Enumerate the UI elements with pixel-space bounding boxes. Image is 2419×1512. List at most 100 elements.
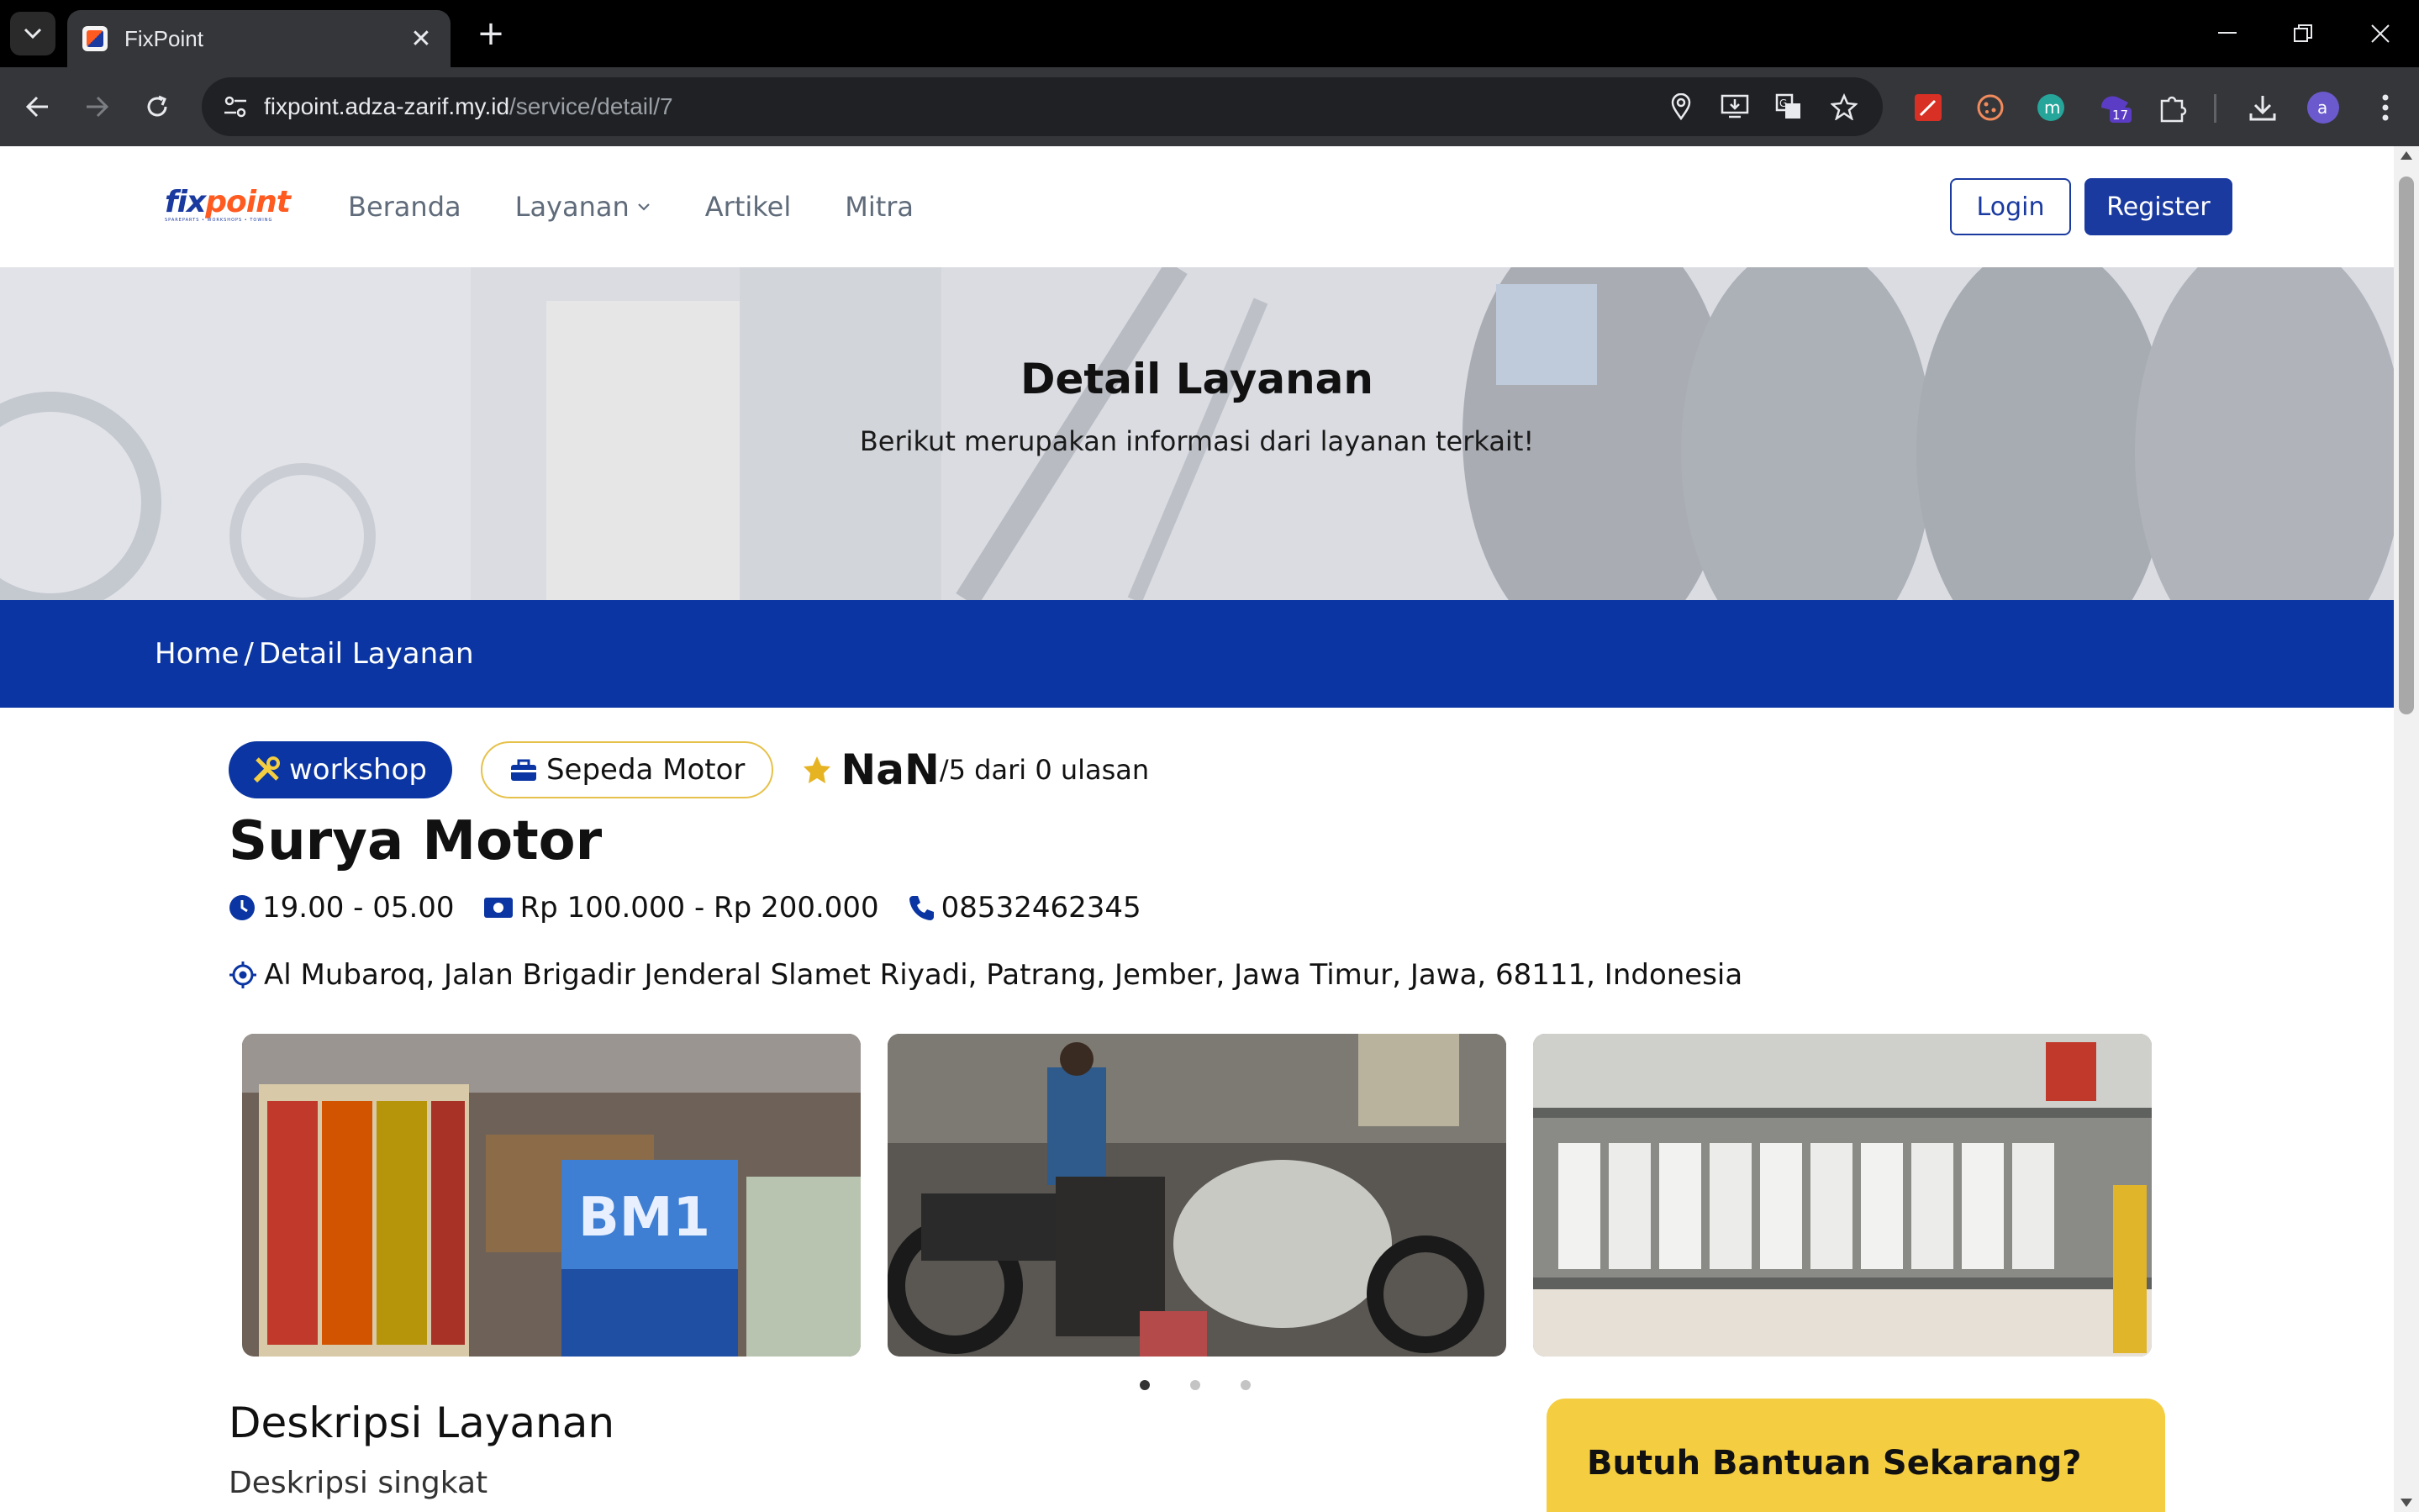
phone-icon — [909, 896, 934, 920]
extension-pen-icon[interactable] — [1910, 89, 1947, 126]
site-navbar: fixpoint SPAREPARTS • WORKSHOPS • TOWING… — [0, 146, 2394, 267]
close-icon — [2371, 24, 2390, 43]
svg-text:G: G — [1779, 97, 1787, 109]
hero-title: Detail Layanan — [1020, 355, 1374, 403]
tools-icon — [253, 756, 280, 783]
category-label: workshop — [289, 753, 427, 787]
new-tab-button[interactable]: + — [471, 13, 511, 54]
address-bar[interactable]: fixpoint.adza-zarif.my.id/service/detail… — [202, 77, 1883, 136]
profile-avatar-icon[interactable]: a — [2305, 89, 2342, 126]
minimize-icon — [2218, 32, 2237, 34]
scroll-up-arrow-icon[interactable] — [2401, 151, 2412, 160]
phone-text: 08532462345 — [941, 891, 1141, 925]
rating-summary: NaN /5 dari 0 ulasan — [802, 745, 1149, 794]
hero-banner: Detail Layanan Berikut merupakan informa… — [0, 267, 2394, 600]
scroll-down-arrow-icon[interactable] — [2401, 1499, 2412, 1507]
vehicle-label: Sepeda Motor — [545, 753, 746, 787]
breadcrumb-home-link[interactable]: Home — [155, 637, 239, 671]
gallery-dot-3[interactable] — [1241, 1380, 1251, 1390]
location-target-icon — [229, 961, 256, 988]
page-scrollbar[interactable] — [2394, 146, 2419, 1512]
spareparts-shelf-image: BM1 — [242, 1034, 861, 1357]
money-icon — [483, 898, 513, 918]
logo-text-b: point — [205, 185, 291, 219]
service-price: Rp 100.000 - Rp 200.000 — [483, 891, 879, 925]
extension-badge-count: 17 — [2112, 108, 2128, 123]
restore-button[interactable] — [2278, 12, 2328, 55]
gallery-photo-3[interactable] — [1533, 1034, 2152, 1357]
gallery-photo-2[interactable] — [888, 1034, 1506, 1357]
scrollbar-thumb[interactable] — [2399, 176, 2414, 714]
nav-layanan[interactable]: Layanan — [515, 191, 651, 223]
address-text: Al Mubaroq, Jalan Brigadir Jenderal Slam… — [264, 958, 1743, 992]
tab-strip: FixPoint ✕ + — [0, 0, 2419, 67]
help-card-title: Butuh Bantuan Sekarang? — [1587, 1444, 2082, 1483]
service-name: Surya Motor — [229, 810, 603, 872]
toolbox-icon — [510, 759, 536, 781]
chevron-down-icon — [637, 203, 650, 211]
restore-icon — [2294, 24, 2312, 42]
extension-cookie-icon[interactable] — [1972, 89, 2009, 126]
svg-text:BM1: BM1 — [578, 1187, 710, 1249]
gallery-photo-1[interactable]: BM1 — [242, 1034, 861, 1357]
nav-beranda[interactable]: Beranda — [348, 191, 461, 223]
tab-close-icon[interactable]: ✕ — [407, 24, 435, 54]
vehicle-badge: Sepeda Motor — [480, 741, 774, 798]
chevron-down-icon — [24, 28, 42, 40]
gallery-pagination — [1140, 1380, 1291, 1390]
close-window-button[interactable] — [2355, 12, 2406, 55]
tab-title: FixPoint — [124, 25, 203, 51]
extensions-puzzle-icon[interactable] — [2155, 89, 2192, 126]
star-icon — [804, 756, 831, 783]
forward-button[interactable] — [74, 84, 119, 129]
rating-count: /5 dari 0 ulasan — [939, 754, 1150, 786]
login-button[interactable]: Login — [1950, 178, 2071, 235]
site-info-icon[interactable] — [219, 90, 252, 124]
minimize-button[interactable] — [2202, 12, 2253, 55]
fixpoint-logo[interactable]: fixpoint SPAREPARTS • WORKSHOPS • TOWING — [165, 185, 291, 227]
browser-tab[interactable]: FixPoint ✕ — [67, 10, 451, 67]
reload-button[interactable] — [134, 84, 180, 129]
install-app-icon[interactable] — [1718, 90, 1752, 124]
service-phone: 08532462345 — [908, 891, 1141, 925]
toolbar-divider — [2214, 94, 2216, 123]
description-short: Deskripsi singkat — [229, 1466, 488, 1500]
bookmark-star-icon[interactable] — [1827, 90, 1861, 124]
download-icon[interactable] — [2244, 89, 2281, 126]
extension-m-icon[interactable]: m — [2032, 89, 2069, 126]
clock-icon — [229, 895, 255, 920]
site-favicon-icon — [82, 26, 108, 51]
logo-text-a: fix — [165, 185, 206, 219]
location-pin-icon[interactable] — [1664, 90, 1698, 124]
gallery-dot-1[interactable] — [1140, 1380, 1150, 1390]
extension-badge-icon[interactable]: 17 — [2096, 89, 2133, 126]
web-page: fixpoint SPAREPARTS • WORKSHOPS • TOWING… — [0, 146, 2394, 1512]
description-title: Deskripsi Layanan — [229, 1399, 615, 1447]
gallery-dot-2[interactable] — [1190, 1380, 1200, 1390]
reload-icon — [147, 95, 167, 117]
breadcrumb-separator: / — [244, 637, 254, 671]
nav-mitra[interactable]: Mitra — [845, 191, 914, 223]
main-menu: Beranda Layanan Artikel Mitra — [348, 146, 967, 267]
workshop-motorcycles-image — [888, 1034, 1506, 1357]
service-badges: workshop Sepeda Motor NaN /5 dari 0 ulas… — [229, 741, 1149, 798]
price-text: Rp 100.000 - Rp 200.000 — [519, 891, 879, 925]
back-button[interactable] — [15, 84, 61, 129]
browser-window: FixPoint ✕ + fixpoint.adza-zarif.my.id /s… — [0, 0, 2419, 1512]
register-button[interactable]: Register — [2084, 178, 2232, 235]
logo-tagline: SPAREPARTS • WORKSHOPS • TOWING — [165, 218, 273, 223]
profile-initial: a — [2317, 97, 2327, 118]
help-card: Butuh Bantuan Sekarang? — [1547, 1399, 2165, 1512]
url-path: /service/detail/7 — [509, 93, 673, 119]
breadcrumb: Home / Detail Layanan — [155, 600, 474, 708]
url-text: fixpoint.adza-zarif.my.id/service/detail… — [264, 93, 673, 120]
service-address: Al Mubaroq, Jalan Brigadir Jenderal Slam… — [229, 956, 1742, 993]
spray-paint-shelf-image — [1533, 1034, 2152, 1357]
browser-menu-icon[interactable] — [2367, 89, 2404, 126]
translate-icon[interactable]: G — [1772, 90, 1805, 124]
nav-artikel[interactable]: Artikel — [705, 191, 791, 223]
tab-search-button[interactable] — [10, 12, 55, 55]
url-host: fixpoint.adza-zarif.my.id — [264, 93, 510, 119]
service-meta: 19.00 - 05.00 Rp 100.000 - Rp 200.000 08… — [229, 889, 1170, 926]
hours-text: 19.00 - 05.00 — [262, 891, 455, 925]
